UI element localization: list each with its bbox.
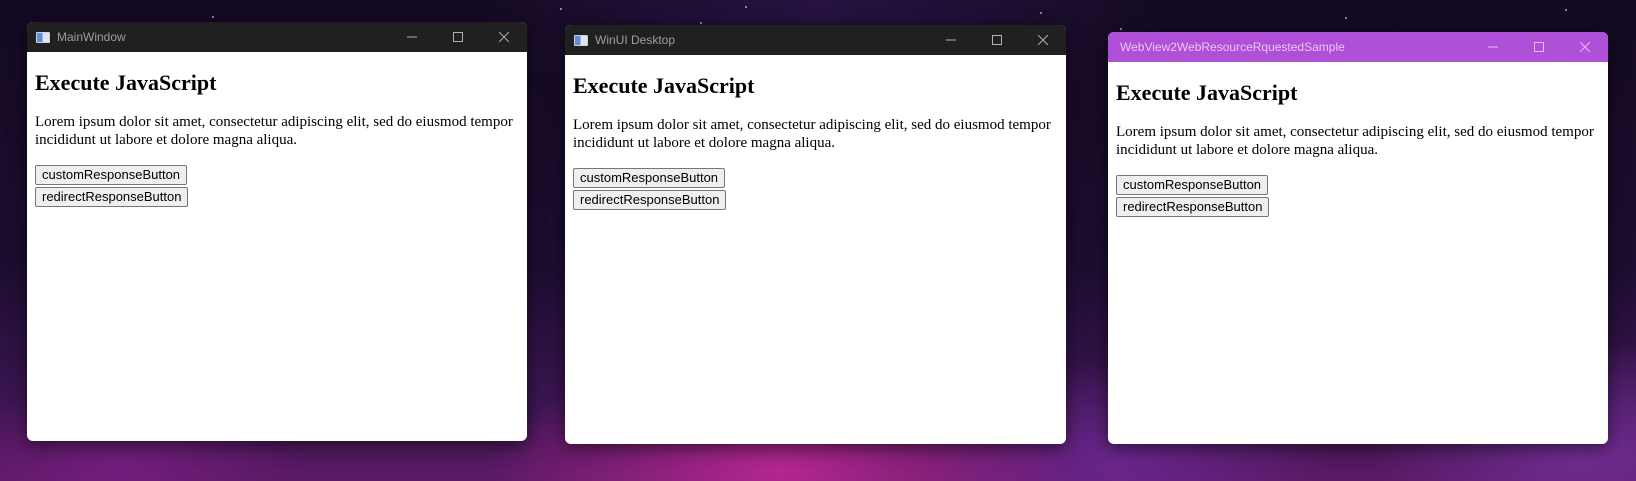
page-heading: Execute JavaScript bbox=[1116, 80, 1298, 105]
background-star bbox=[1120, 28, 1122, 30]
background-star bbox=[560, 8, 562, 10]
background-star bbox=[745, 6, 747, 8]
caption-buttons bbox=[928, 25, 1066, 55]
background-star bbox=[700, 22, 702, 24]
redirect-response-button[interactable]: redirectResponseButton bbox=[1116, 197, 1270, 217]
page-heading: Execute JavaScript bbox=[35, 70, 217, 95]
title-bar[interactable]: MainWindow bbox=[27, 22, 527, 52]
title-bar[interactable]: WebView2WebResourceRquestedSample bbox=[1108, 32, 1608, 62]
close-icon bbox=[1038, 35, 1048, 45]
webview-content: Execute JavaScript Lorem ipsum dolor sit… bbox=[1108, 80, 1608, 217]
redirect-response-button[interactable]: redirectResponseButton bbox=[573, 190, 727, 210]
close-icon bbox=[1580, 42, 1590, 52]
minimize-icon bbox=[946, 39, 956, 41]
caption-buttons bbox=[389, 22, 527, 52]
background-star bbox=[212, 16, 214, 18]
window-title: WebView2WebResourceRquestedSample bbox=[1120, 40, 1345, 54]
minimize-button[interactable] bbox=[928, 25, 974, 55]
custom-response-button[interactable]: customResponseButton bbox=[573, 168, 726, 188]
background-star bbox=[1565, 9, 1567, 11]
close-button[interactable] bbox=[1562, 32, 1608, 62]
main-window: MainWindow Execute JavaScript Lorem ipsu… bbox=[27, 22, 527, 441]
app-window-icon bbox=[574, 34, 588, 46]
background-star bbox=[1345, 17, 1347, 19]
app-window-icon bbox=[36, 31, 50, 43]
maximize-button[interactable] bbox=[435, 22, 481, 52]
close-button[interactable] bbox=[1020, 25, 1066, 55]
minimize-button[interactable] bbox=[389, 22, 435, 52]
custom-response-button[interactable]: customResponseButton bbox=[35, 165, 188, 185]
webview-content: Execute JavaScript Lorem ipsum dolor sit… bbox=[565, 73, 1066, 210]
webview-content: Execute JavaScript Lorem ipsum dolor sit… bbox=[27, 70, 527, 207]
redirect-response-button[interactable]: redirectResponseButton bbox=[35, 187, 189, 207]
minimize-button[interactable] bbox=[1470, 32, 1516, 62]
minimize-icon bbox=[1488, 46, 1498, 48]
maximize-icon bbox=[992, 35, 1002, 45]
maximize-icon bbox=[453, 32, 463, 42]
page-heading: Execute JavaScript bbox=[573, 73, 755, 98]
background-star bbox=[1040, 12, 1042, 14]
winui-desktop-window: WinUI Desktop Execute JavaScript Lorem i… bbox=[565, 25, 1066, 444]
minimize-icon bbox=[407, 36, 417, 38]
custom-response-button[interactable]: customResponseButton bbox=[1116, 175, 1269, 195]
page-paragraph: Lorem ipsum dolor sit amet, consectetur … bbox=[35, 114, 513, 148]
page-paragraph: Lorem ipsum dolor sit amet, consectetur … bbox=[1116, 124, 1594, 158]
window-title: MainWindow bbox=[57, 30, 126, 44]
webview2-sample-window: WebView2WebResourceRquestedSample Execut… bbox=[1108, 32, 1608, 444]
maximize-button[interactable] bbox=[974, 25, 1020, 55]
maximize-icon bbox=[1534, 42, 1544, 52]
caption-buttons bbox=[1470, 32, 1608, 62]
maximize-button[interactable] bbox=[1516, 32, 1562, 62]
window-title: WinUI Desktop bbox=[595, 33, 676, 47]
page-paragraph: Lorem ipsum dolor sit amet, consectetur … bbox=[573, 117, 1051, 151]
close-icon bbox=[499, 32, 509, 42]
title-bar[interactable]: WinUI Desktop bbox=[565, 25, 1066, 55]
close-button[interactable] bbox=[481, 22, 527, 52]
